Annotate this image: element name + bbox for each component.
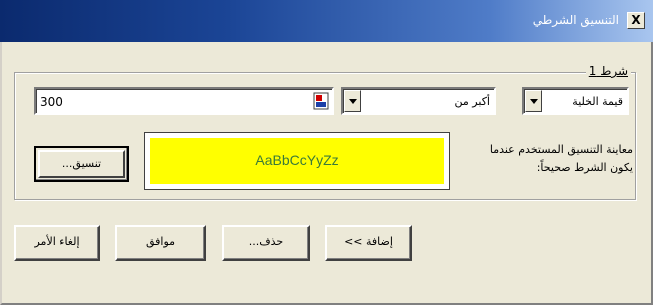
add-button[interactable]: إضافة >> [325, 225, 412, 261]
window-title: التنسيق الشرطي [532, 13, 619, 27]
ok-button[interactable]: موافق [115, 225, 206, 261]
preview-caption: معاينة التنسيق المستخدم عندما يكون الشرط… [489, 143, 633, 174]
operator-select[interactable]: أكبر من [341, 87, 496, 115]
format-button[interactable]: تنسيق... [34, 146, 129, 182]
close-icon: X [631, 13, 641, 27]
value-input-text: 300 [40, 95, 63, 109]
value-input[interactable]: 300 [34, 87, 334, 115]
condition-type-dropdown-button[interactable] [525, 90, 542, 112]
operator-dropdown-button[interactable] [344, 90, 361, 112]
chevron-down-icon [349, 99, 357, 104]
format-preview-text: AaBbCcYyZz [255, 152, 339, 168]
close-button[interactable]: X [627, 12, 645, 29]
format-preview: AaBbCcYyZz [144, 132, 450, 190]
delete-button[interactable]: حذف... [222, 225, 310, 261]
chevron-down-icon [530, 99, 538, 104]
condition-type-value: قيمة الخلية [572, 95, 623, 108]
title-bar: التنسيق الشرطي X [0, 0, 653, 42]
condition-type-select[interactable]: قيمة الخلية [522, 87, 629, 115]
operator-value: أكبر من [454, 95, 490, 108]
format-preview-fill: AaBbCcYyZz [150, 138, 444, 184]
format-button-label: تنسيق... [38, 150, 125, 178]
cancel-button[interactable]: إلغاء الأمر [14, 225, 100, 261]
cell-reference-icon[interactable] [313, 92, 329, 110]
condition-group-label: شرط 1 [585, 64, 631, 78]
